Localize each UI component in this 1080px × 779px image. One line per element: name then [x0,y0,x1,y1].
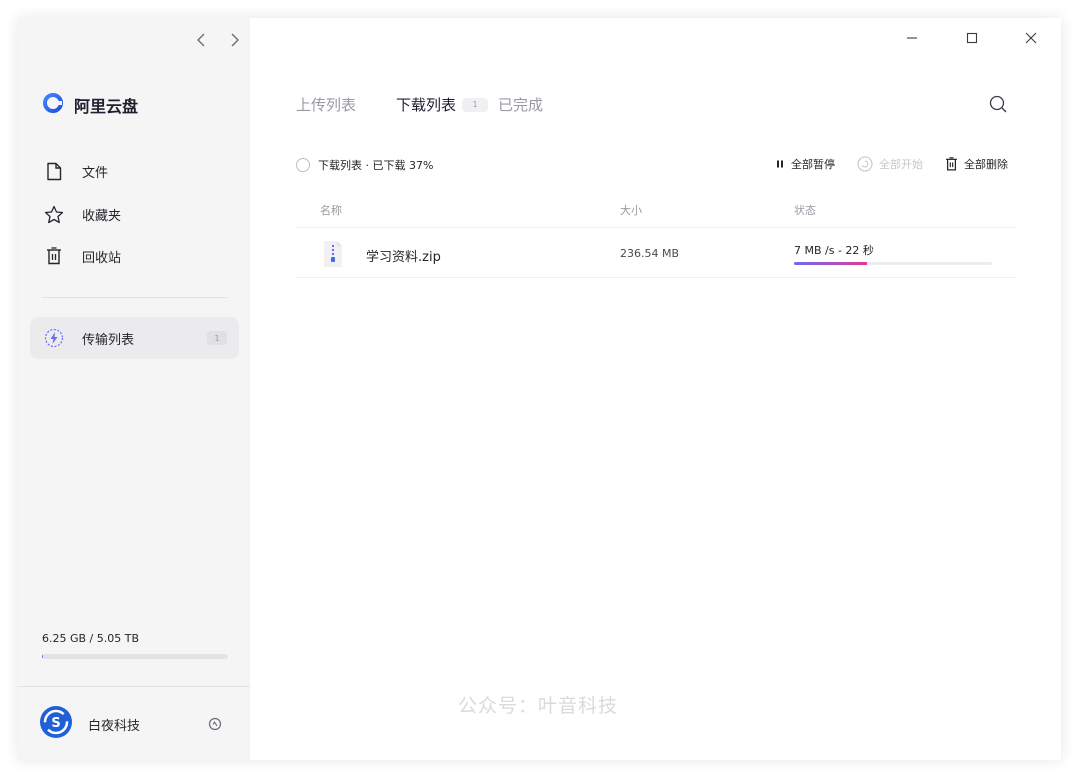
settings-gear-icon[interactable] [208,716,222,731]
file-size: 236.54 MB [620,247,680,260]
user-profile[interactable]: S 白夜科技 [40,706,140,742]
column-size: 大小 [620,204,642,217]
download-speed: 7 MB /s - 22 秒 [794,244,874,257]
close-icon[interactable] [1021,28,1041,48]
sidebar-divider [42,297,228,298]
start-all-label: 全部开始 [879,158,923,171]
download-toolbar: 下载列表 · 已下载 37% 全部暂停 全部开始 全部删除 [296,156,1008,174]
zip-file-icon [322,240,344,272]
sidebar-item-transfers[interactable]: 传输列表 1 [30,317,239,359]
trash-icon [44,246,64,266]
sidebar-item-files[interactable]: 文件 [44,161,108,181]
download-summary: 下载列表 · 已下载 37% [318,159,434,172]
file-name: 学习资料.zip [366,250,441,265]
file-icon [44,161,64,181]
pause-icon [777,160,783,168]
table-header: 名称 大小 状态 [296,200,1016,228]
select-all: 下载列表 · 已下载 37% [296,157,433,173]
nav-arrows [194,32,242,48]
lightning-icon [44,328,64,348]
table-row[interactable]: 学习资料.zip 236.54 MB 7 MB /s - 22 秒 [296,230,1016,278]
sidebar-bottom-divider [18,686,250,687]
start-all-button[interactable]: 全部开始 [857,156,923,172]
avatar: S [40,706,72,742]
column-name: 名称 [320,204,342,217]
search-icon[interactable] [988,94,1010,116]
minimize-icon[interactable] [902,28,922,48]
maximize-icon[interactable] [962,28,982,48]
storage-usage-fill [42,654,44,659]
sidebar-item-label: 文件 [82,165,109,181]
sidebar-item-favorites[interactable]: 收藏夹 [44,204,121,224]
svg-text:S: S [51,716,60,731]
select-all-checkbox[interactable] [296,158,310,172]
app-window: 阿里云盘 文件 收藏夹 回收站 传输列表 1 6.25 GB / 5.05 TB… [18,18,1061,760]
back-icon[interactable] [194,32,208,48]
tab-download-list[interactable]: 下载列表 [396,94,456,115]
storage-usage-bar [42,654,228,659]
transfer-count-badge: 1 [207,331,227,345]
sidebar-item-label: 传输列表 [82,332,135,348]
storage-usage-text: 6.25 GB / 5.05 TB [42,632,140,645]
user-name: 白夜科技 [88,718,141,734]
sidebar: 阿里云盘 文件 收藏夹 回收站 传输列表 1 6.25 GB / 5.05 TB… [18,18,250,760]
watermark: 公众号：叶音科技 [458,695,619,717]
download-progress-bar [794,262,992,265]
delete-all-label: 全部删除 [964,158,1008,171]
forward-icon[interactable] [228,32,242,48]
star-icon [44,204,64,224]
download-count-badge: 1 [462,97,489,112]
sidebar-item-label: 回收站 [82,250,122,266]
toolbar-actions: 全部暂停 全部开始 全部删除 [775,156,1008,172]
aliyun-logo-icon [42,92,64,118]
tab-upload-list[interactable]: 上传列表 [296,94,356,115]
trash-icon [946,157,957,171]
app-logo: 阿里云盘 [42,92,138,118]
pause-all-button[interactable]: 全部暂停 [775,156,835,172]
delete-all-button[interactable]: 全部删除 [945,156,1008,172]
tab-completed[interactable]: 已完成 [498,94,543,115]
pause-all-label: 全部暂停 [791,158,835,171]
download-progress-fill [794,262,868,265]
start-icon [857,156,873,172]
transfer-tabs: 上传列表 下载列表 1 已完成 [296,94,543,115]
sidebar-item-label: 收藏夹 [82,208,122,224]
app-name: 阿里云盘 [74,97,139,116]
column-status: 状态 [794,204,816,217]
main-panel: 上传列表 下载列表 1 已完成 下载列表 · 已下载 37% 全部暂停 全部开始 [250,18,1061,760]
sidebar-item-trash[interactable]: 回收站 [44,246,121,266]
